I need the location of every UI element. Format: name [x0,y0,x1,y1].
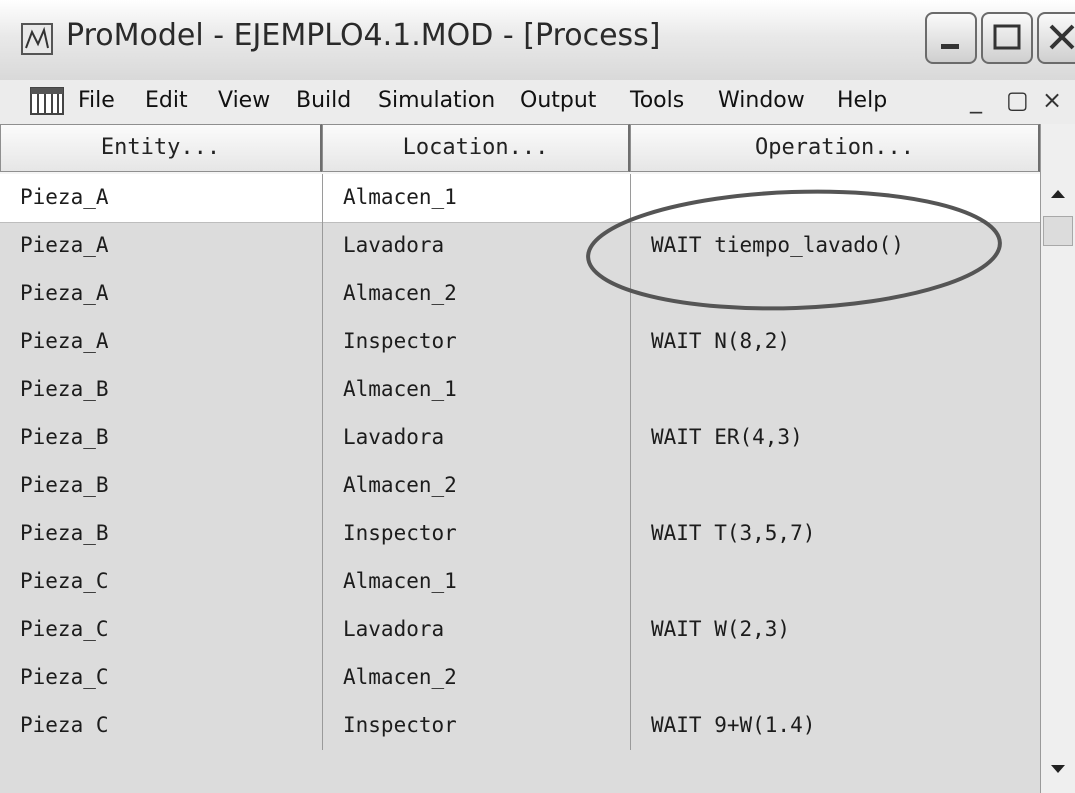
column-header-location[interactable]: Location... [322,124,630,172]
entity-cell[interactable]: Pieza_C [0,654,322,702]
location-cell[interactable]: Inspector [322,702,630,750]
table-row[interactable]: Pieza_C Lavadora WAIT W(2,3) [0,606,1040,654]
table-row[interactable]: Pieza_A Almacen_2 [0,270,1040,318]
entity-cell[interactable]: Pieza_B [0,510,322,558]
location-cell[interactable]: Inspector [322,510,630,558]
table-row[interactable]: Pieza C Inspector WAIT 9+W(1.4) [0,702,1040,750]
title-bar[interactable]: ProModel - EJEMPLO4.1.MOD - [Process] [0,0,1075,81]
location-cell[interactable]: Almacen_1 [322,366,630,414]
menu-help[interactable]: Help [837,88,887,113]
table-row[interactable]: Pieza_C Almacen_2 [0,654,1040,702]
minimize-icon [941,44,959,49]
table-row[interactable]: Pieza_B Almacen_1 [0,366,1040,414]
menu-window[interactable]: Window [718,88,805,113]
maximize-button[interactable] [981,12,1033,64]
operation-cell[interactable] [630,462,1040,510]
mdi-restore-button[interactable]: ▢ [1006,86,1029,114]
location-cell[interactable]: Almacen_2 [322,462,630,510]
scroll-down-arrow-icon[interactable] [1041,749,1075,789]
menu-build[interactable]: Build [296,88,351,113]
entity-cell[interactable]: Pieza_B [0,414,322,462]
menu-file[interactable]: File [78,88,115,113]
table-row[interactable]: Pieza_B Lavadora WAIT ER(4,3) [0,414,1040,462]
menu-view[interactable]: View [218,88,270,113]
table-row[interactable]: Pieza_A Almacen_1 [0,174,1040,223]
location-cell[interactable]: Almacen_2 [322,654,630,702]
minimize-button[interactable] [925,12,977,64]
entity-cell[interactable]: Pieza_B [0,462,322,510]
table-row[interactable]: Pieza_B Inspector WAIT T(3,5,7) [0,510,1040,558]
operation-cell[interactable] [630,270,1040,318]
table-row[interactable]: Pieza_A Inspector WAIT N(8,2) [0,318,1040,366]
entity-cell[interactable]: Pieza_A [0,270,322,318]
location-cell[interactable]: Almacen_1 [322,174,630,222]
scroll-thumb[interactable] [1043,216,1073,246]
menu-simulation[interactable]: Simulation [378,88,495,113]
maximize-icon [993,24,1021,50]
operation-cell[interactable] [630,558,1040,606]
operation-cell[interactable]: WAIT N(8,2) [630,318,1040,366]
close-button[interactable] [1037,12,1075,64]
operation-cell[interactable]: WAIT tiempo_lavado() [630,222,1040,270]
table-row[interactable]: Pieza_C Almacen_1 [0,558,1040,606]
entity-cell[interactable]: Pieza_C [0,558,322,606]
location-cell[interactable]: Almacen_1 [322,558,630,606]
operation-cell[interactable] [630,366,1040,414]
operation-cell[interactable]: WAIT W(2,3) [630,606,1040,654]
column-header-operation[interactable]: Operation... [630,124,1040,172]
entity-cell[interactable]: Pieza_B [0,366,322,414]
window-title: ProModel - EJEMPLO4.1.MOD - [Process] [66,18,661,53]
mdi-close-button[interactable]: × [1042,86,1062,114]
location-cell[interactable]: Lavadora [322,414,630,462]
operation-cell[interactable]: WAIT ER(4,3) [630,414,1040,462]
table-row[interactable]: Pieza_B Almacen_2 [0,462,1040,510]
promodel-app-icon [21,23,53,55]
column-headers: Entity... Location... Operation... [0,124,1040,176]
table-row[interactable]: Pieza_A Lavadora WAIT tiempo_lavado() [0,222,1040,270]
entity-cell[interactable]: Pieza_A [0,174,322,222]
process-table: Pieza_A Almacen_1 Pieza_A Lavadora WAIT tiem… [0,174,1040,793]
location-cell[interactable]: Inspector [322,318,630,366]
vertical-scrollbar[interactable] [1040,124,1075,793]
entity-cell[interactable]: Pieza_C [0,606,322,654]
operation-cell[interactable]: WAIT T(3,5,7) [630,510,1040,558]
menu-bar: File Edit View Build Simulation Output T… [0,80,1075,125]
entity-cell[interactable]: Pieza_A [0,318,322,366]
mdi-minimize-button[interactable]: _ [970,86,982,114]
menu-output[interactable]: Output [520,88,596,113]
entity-cell[interactable]: Pieza_A [0,222,322,270]
location-cell[interactable]: Lavadora [322,606,630,654]
operation-cell[interactable] [630,654,1040,702]
column-header-entity[interactable]: Entity... [0,124,322,172]
location-cell[interactable]: Lavadora [322,222,630,270]
scroll-up-arrow-icon[interactable] [1041,174,1075,214]
operation-cell[interactable] [630,174,1040,222]
menu-edit[interactable]: Edit [145,88,188,113]
process-document-icon [30,87,64,115]
menu-tools[interactable]: Tools [630,88,684,113]
promodel-window: ProModel - EJEMPLO4.1.MOD - [Process] Fi… [0,0,1075,793]
location-cell[interactable]: Almacen_2 [322,270,630,318]
entity-cell[interactable]: Pieza C [0,702,322,750]
operation-cell[interactable]: WAIT 9+W(1.4) [630,702,1040,750]
close-icon [1049,24,1075,50]
